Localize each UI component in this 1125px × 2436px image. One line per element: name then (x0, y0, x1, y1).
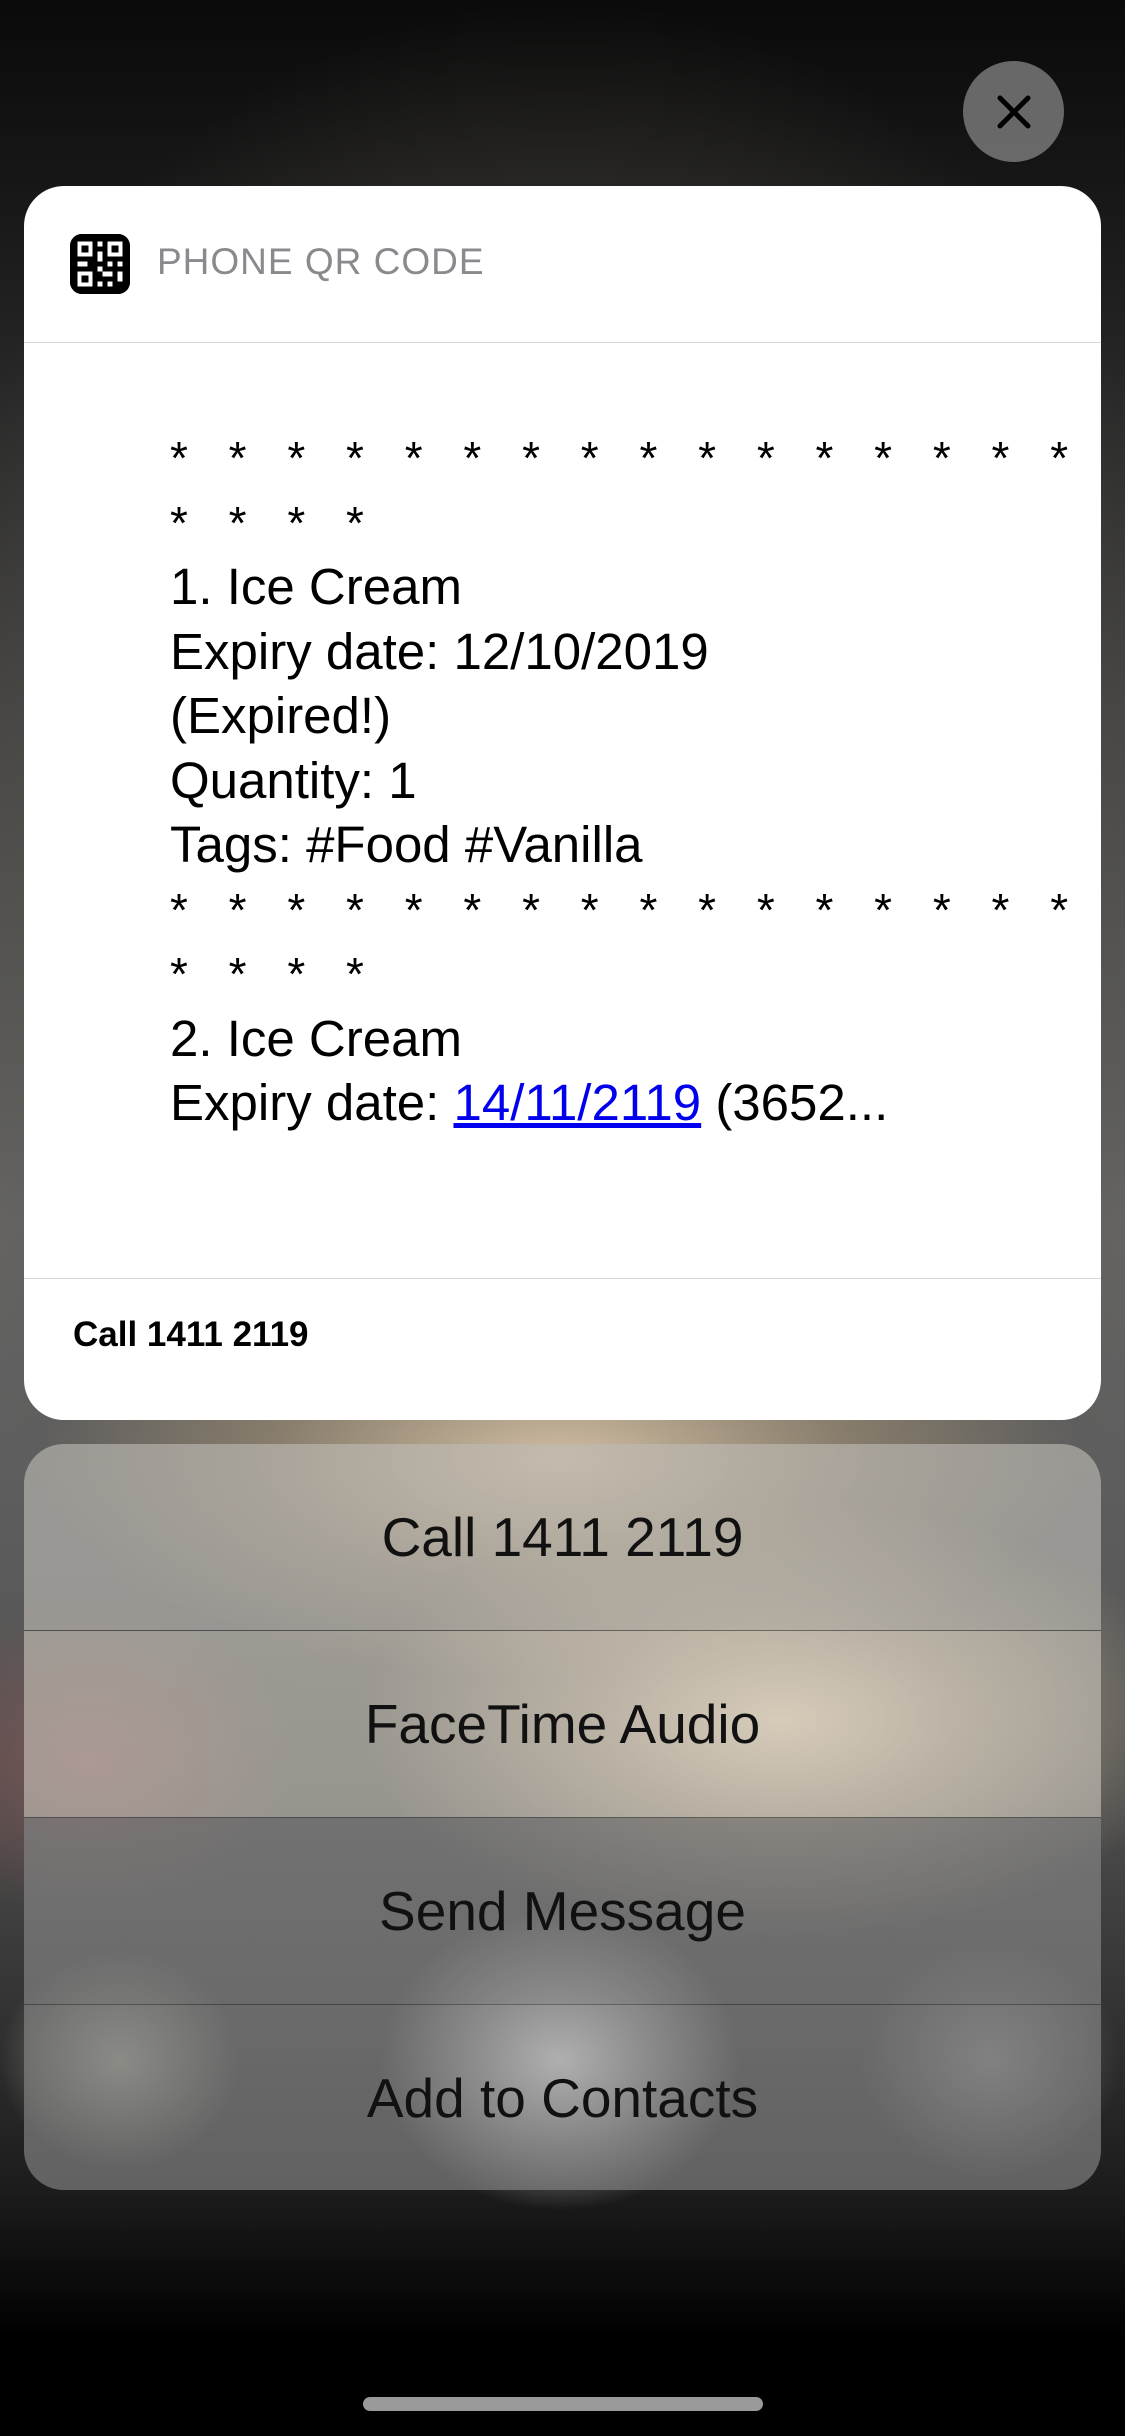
close-button[interactable] (963, 61, 1064, 162)
expiry-date-link[interactable]: 14/11/2119 (453, 1074, 701, 1131)
item-name: 2. Ice Cream (170, 1009, 462, 1067)
notification-footer: Call 1411 2119 (24, 1278, 1101, 1420)
separator-stars: * * * * (170, 496, 378, 549)
separator-stars: * * * * * * * * * * * * * * * * * * * * … (170, 883, 1101, 936)
notification-card: PHONE QR CODE * * * * * * * * * * * * * … (24, 186, 1101, 1420)
item-expiry: Expiry date: 14/11/2119 (3652... (170, 1071, 990, 1136)
item-expiry: Expiry date: 12/10/2019 (170, 622, 709, 680)
item-quantity: Quantity: 1 (170, 751, 417, 809)
separator-stars: * * * * * * * * * * * * * * * * * * * * … (170, 432, 1101, 484)
home-indicator[interactable] (363, 2397, 763, 2411)
add-to-contacts-button[interactable]: Add to Contacts (24, 2005, 1101, 2190)
qr-code-icon (70, 234, 130, 294)
send-message-button[interactable]: Send Message (24, 1818, 1101, 2004)
footer-call-text: Call 1411 2119 (73, 1315, 309, 1354)
item-tags: Tags: #Food #Vanilla (170, 816, 643, 873)
call-button[interactable]: Call 1411 2119 (24, 1444, 1101, 1630)
item-name: 1. Ice Cream (170, 558, 462, 615)
app-name: PHONE QR CODE (157, 241, 485, 282)
facetime-audio-button[interactable]: FaceTime Audio (24, 1631, 1101, 1817)
notification-body: * * * * * * * * * * * * * * * * * * * * … (170, 426, 1101, 1136)
item-expiry-suffix: (3652... (701, 1074, 889, 1131)
item-status: (Expired!) (170, 687, 392, 744)
close-icon (997, 95, 1030, 128)
notification-header: PHONE QR CODE (24, 186, 1101, 343)
separator-stars: * * * * (170, 948, 378, 1000)
action-menu: Call 1411 2119 FaceTime Audio Send Messa… (24, 1444, 1101, 2190)
item-expiry-prefix: Expiry date: (170, 1074, 454, 1131)
